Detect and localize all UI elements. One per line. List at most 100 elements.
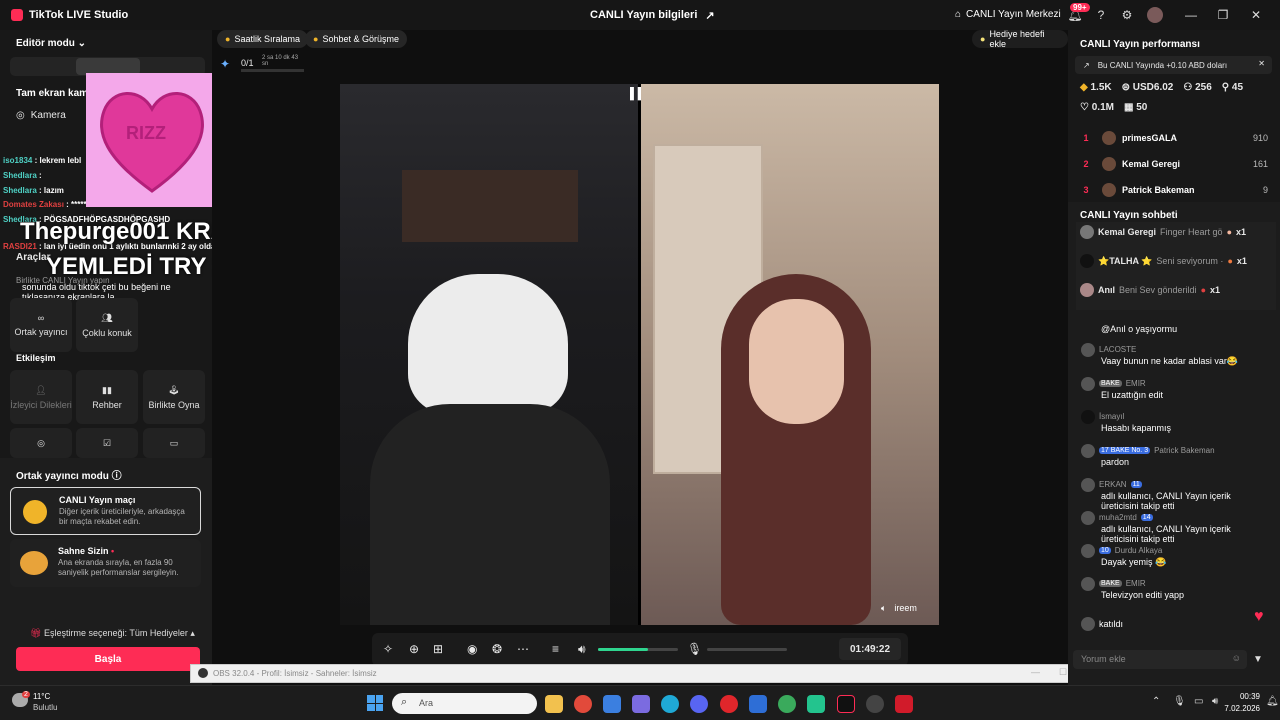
hourly-ranking-button[interactable]: ● Saatlik Sıralama bbox=[217, 30, 308, 48]
chrome-icon[interactable] bbox=[574, 695, 592, 713]
match-preference-dropdown[interactable]: 🎁︎ Eşleştirme seçeneği: Tüm Hediyeler ▴ bbox=[30, 628, 195, 639]
tool-tile[interactable]: ▭ bbox=[143, 428, 205, 458]
gear-icon[interactable]: ⚙ bbox=[1112, 0, 1142, 30]
match-icon bbox=[23, 500, 47, 524]
progress-count: 0/1 bbox=[241, 58, 254, 68]
gift-icon: ● bbox=[1200, 285, 1206, 295]
sliders-icon[interactable]: ≡ bbox=[552, 642, 559, 656]
taskbar-search[interactable]: ⌕ Ara bbox=[392, 693, 537, 714]
gift-goal-button[interactable]: ● Hediye hedefi ekle bbox=[972, 29, 1068, 49]
play-together-button[interactable]: 🕹︎ Birlikte Oyna bbox=[143, 370, 205, 424]
person-icon: 👤︎ bbox=[35, 384, 47, 395]
clock-time[interactable]: 00:39 bbox=[1220, 692, 1260, 701]
chat-call-button[interactable]: ● Sohbet & Görüşme bbox=[305, 30, 407, 48]
filter-icon[interactable]: ▼ bbox=[1253, 654, 1263, 665]
tool-tile[interactable]: ☑ bbox=[76, 428, 138, 458]
guide-button[interactable]: ▮▮ Rehber bbox=[76, 370, 138, 424]
stream-control-bar: ✧ ⊕ ⊞ ◉ ❂ ⋯ ≡ 🔊︎ 🎙︎ 01:49:22 bbox=[372, 633, 908, 666]
speaker-icon[interactable]: 🔊︎ bbox=[578, 642, 586, 657]
more-icon[interactable]: ⋯ bbox=[517, 642, 529, 656]
discord-icon[interactable] bbox=[690, 695, 708, 713]
youtube-icon[interactable] bbox=[895, 695, 913, 713]
live-center-label: CANLI Yayın Merkezi bbox=[966, 9, 1061, 20]
effects-icon[interactable]: ❂ bbox=[492, 642, 502, 656]
avatar bbox=[1102, 131, 1116, 145]
overlay-chat-line: Domates Zakası : ***** bbox=[3, 200, 87, 209]
speaker-volume-slider[interactable] bbox=[598, 648, 678, 651]
stream-info-button[interactable]: CANLI Yayın bilgileri ↗ bbox=[590, 9, 715, 22]
mail-icon[interactable] bbox=[749, 695, 767, 713]
trend-icon: ↗ bbox=[1083, 60, 1090, 70]
file-explorer-icon[interactable] bbox=[545, 695, 563, 713]
chat-message: İsmayıl Hasabı kapanmış bbox=[1075, 409, 1271, 433]
layout-icon[interactable]: ⊞ bbox=[433, 642, 443, 656]
chat-message: BAKE EMIR El uzattığın edit bbox=[1075, 376, 1271, 400]
gift-icon: 🎁︎ bbox=[30, 628, 42, 638]
mic-volume-slider[interactable] bbox=[707, 648, 787, 651]
share-icon: ↗ bbox=[705, 10, 715, 22]
avatar bbox=[1081, 543, 1095, 558]
avatar bbox=[1102, 183, 1116, 197]
avatar bbox=[1102, 157, 1116, 171]
tool-tile[interactable]: ◎ bbox=[10, 428, 72, 458]
clock-date[interactable]: 7.02.2026 bbox=[1210, 704, 1260, 713]
tiktok-icon[interactable] bbox=[837, 695, 855, 713]
chrome-profile-icon[interactable] bbox=[778, 695, 796, 713]
start-button[interactable]: Başla bbox=[16, 647, 200, 671]
close-icon[interactable]: ✕ bbox=[1241, 0, 1271, 30]
close-icon[interactable]: ✕ bbox=[1258, 59, 1265, 68]
obs-taskbar-icon[interactable] bbox=[866, 695, 884, 713]
network-icon[interactable]: ▭ bbox=[1194, 696, 1203, 707]
cohost-button[interactable]: ∞ Ortak yayıncı bbox=[10, 298, 72, 352]
ranking-row[interactable]: 3 Patrick Bakeman 9 bbox=[1076, 177, 1272, 203]
bed-shape bbox=[402, 170, 578, 242]
earnings-banner: ↗ Bu CANLI Yayında +0.10 ABD doları ✕ bbox=[1075, 56, 1272, 74]
joystick-icon: 🕹︎ bbox=[168, 384, 180, 395]
viewer-requests-button[interactable]: 👤︎ İzleyici Dilekleri bbox=[10, 370, 72, 424]
opera-icon[interactable] bbox=[720, 695, 738, 713]
store-icon[interactable] bbox=[603, 695, 621, 713]
multi-guest-button[interactable]: 👥︎ Çoklu konuk bbox=[76, 298, 138, 352]
avatar bbox=[1081, 409, 1095, 424]
obs-minimize-icon[interactable]: — bbox=[1031, 667, 1040, 677]
camera-source[interactable]: ◎ Kamera bbox=[16, 110, 66, 121]
editor-mode-dropdown[interactable]: Editör modu ⌄ bbox=[16, 38, 86, 49]
obs-maximize-icon[interactable]: ☐ bbox=[1059, 667, 1067, 678]
magic-icon[interactable]: ✧ bbox=[383, 642, 393, 656]
obs-window-bar[interactable]: OBS 32.0.4 - Profil: İsimsiz - Sahneler:… bbox=[190, 664, 1110, 683]
record-icon[interactable]: ◉ bbox=[467, 642, 477, 656]
comment-input[interactable]: Yorum ekle ☺ bbox=[1073, 650, 1247, 669]
avatar[interactable] bbox=[1147, 7, 1163, 23]
teams-icon[interactable] bbox=[632, 695, 650, 713]
weather-temp: 11°C bbox=[33, 692, 51, 701]
stage-card[interactable]: Sahne Sizin • Ana ekranda sırayla, en fa… bbox=[10, 539, 201, 587]
tiktok-studio-icon[interactable] bbox=[807, 695, 825, 713]
microphone-icon[interactable]: 🎙︎ bbox=[687, 642, 702, 656]
chat-message: katıldı bbox=[1075, 616, 1271, 631]
stats-row-2: ♡ 0.1M ▦ 50 bbox=[1080, 102, 1147, 113]
add-source-icon[interactable]: ⊕ bbox=[409, 642, 419, 656]
windows-start-icon[interactable] bbox=[367, 695, 383, 711]
edge-icon[interactable] bbox=[661, 695, 679, 713]
chat-message: muha2mtd 14 adlı kullanıcı, CANLI Yayın iç… bbox=[1075, 510, 1271, 544]
avatar bbox=[1081, 576, 1095, 591]
trophy-icon: ● bbox=[225, 34, 231, 44]
ranking-row[interactable]: 2 Kemal Geregi 161 bbox=[1076, 151, 1272, 177]
chat-title: CANLI Yayın sohbeti bbox=[1080, 210, 1178, 221]
tray-chevron-icon[interactable]: ⌃ bbox=[1152, 696, 1160, 707]
card-title: Sahne Sizin • bbox=[58, 546, 115, 556]
notification-tray-icon[interactable]: 🔔︎ bbox=[1266, 696, 1279, 707]
bulb-icon: ● bbox=[980, 34, 986, 44]
card-title: CANLI Yayın maçı bbox=[59, 495, 136, 505]
gift-feed: Kemal Geregi Finger Heart gö ● x1 ⭐TALHA ⭐… bbox=[1076, 222, 1276, 310]
live-match-card[interactable]: CANLI Yayın maçı Diğer içerik üreticiler… bbox=[10, 487, 201, 535]
overlay-chat-line: Shedlara : lazım bbox=[3, 186, 64, 195]
maximize-icon[interactable]: ❐ bbox=[1208, 0, 1238, 30]
minimize-icon[interactable]: — bbox=[1176, 0, 1206, 30]
emoji-icon[interactable]: ☺ bbox=[1232, 653, 1241, 663]
gift-row: Anıl Beni Sev gönderildi ● x1 bbox=[1080, 283, 1278, 297]
ranking-row[interactable]: 1 primesGALA 910 bbox=[1076, 125, 1272, 151]
live-center-button[interactable]: ⌂ CANLI Yayın Merkezi bbox=[955, 9, 1061, 20]
mic-tray-icon[interactable]: 🎙︎ bbox=[1173, 696, 1186, 707]
avatar bbox=[1081, 477, 1095, 492]
